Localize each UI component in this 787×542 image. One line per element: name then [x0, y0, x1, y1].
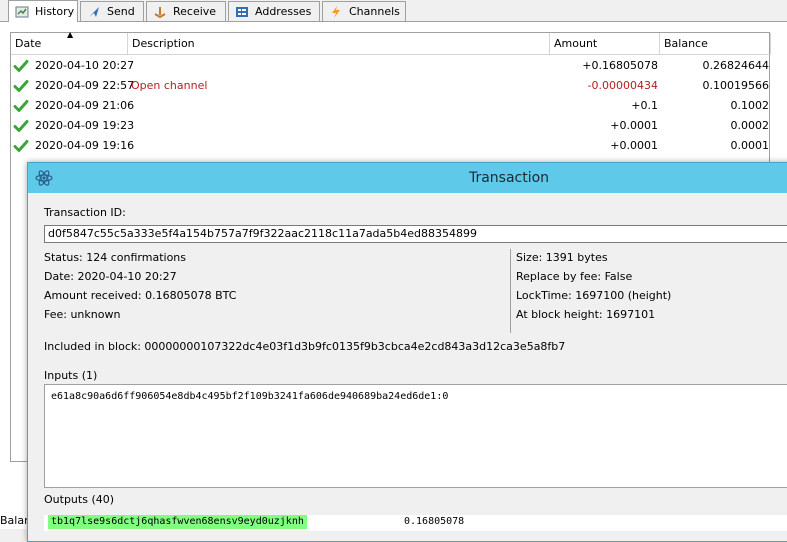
status-text: Status: 124 confirmations	[44, 251, 187, 264]
send-icon	[87, 5, 101, 19]
amount-received-text: Amount received: 0.16805078 BTC	[44, 289, 237, 302]
tab-send-label: Send	[107, 5, 135, 18]
row-description	[131, 116, 431, 136]
table-row[interactable]: 2020-04-09 22:57 Open channel -0.00000434 0…	[11, 76, 771, 96]
inputs-list[interactable]: e61a8c90a6d6ff906054e8db4c495bf2f109b324…	[44, 384, 787, 488]
tab-channels-label: Channels	[349, 5, 400, 18]
transaction-dialog: Transaction Transaction ID: d0f5847c55c5…	[27, 162, 787, 542]
txid-field[interactable]: d0f5847c55c5a333e5f4a154b757a7f9f322aac2…	[44, 225, 787, 243]
output-address: tb1q7lse9s6dctj6qhasfwven68ensv9eyd0uzjk…	[48, 515, 307, 529]
tab-history-label: History	[35, 5, 75, 18]
row-amount: +0.0001	[610, 119, 658, 132]
receive-icon	[153, 5, 167, 19]
row-amount: +0.0001	[610, 139, 658, 152]
input-outpoint: e61a8c90a6d6ff906054e8db4c495bf2f109b324…	[51, 391, 449, 402]
row-balance: 0.0001	[730, 139, 770, 152]
locktime-text: LockTime: 1697100 (height)	[516, 289, 672, 302]
confirmed-check-icon	[13, 98, 29, 114]
column-header-amount[interactable]: Amount	[550, 33, 660, 54]
row-balance: 0.0002	[730, 119, 770, 132]
confirmed-check-icon	[13, 138, 29, 154]
date-text: Date: 2020-04-10 20:27	[44, 270, 177, 283]
tab-addresses-label: Addresses	[255, 5, 312, 18]
confirmed-check-icon	[13, 58, 29, 74]
history-icon	[15, 5, 29, 19]
table-row[interactable]: 2020-04-09 19:23 +0.0001 0.0002	[11, 116, 771, 136]
column-header-description-label: Description	[132, 37, 195, 50]
history-table-header: Date ▲ Description Amount Balance	[11, 30, 771, 55]
confirmed-check-icon	[13, 118, 29, 134]
fee-text: Fee: unknown	[44, 308, 121, 321]
row-description: Open channel	[131, 79, 208, 92]
tab-receive[interactable]: Receive	[146, 1, 226, 21]
row-amount: +0.16805078	[582, 59, 658, 72]
sort-ascending-icon: ▲	[67, 30, 74, 39]
row-description	[131, 136, 431, 156]
dialog-title: Transaction	[468, 170, 550, 186]
row-description	[131, 56, 431, 76]
txid-label: Transaction ID:	[44, 206, 126, 219]
row-balance: 0.10019566	[702, 79, 769, 92]
size-text: Size: 1391 bytes	[516, 251, 608, 264]
column-header-amount-label: Amount	[554, 37, 598, 50]
addresses-icon	[235, 5, 249, 19]
table-row[interactable]: 2020-04-09 19:16 +0.0001 0.0001	[11, 136, 771, 156]
tab-send[interactable]: Send	[80, 1, 144, 21]
column-header-description[interactable]: Description	[128, 33, 550, 54]
output-amount: 0.16805078	[404, 516, 465, 527]
tab-addresses[interactable]: Addresses	[228, 1, 320, 21]
row-date: 2020-04-09 19:23	[35, 119, 135, 132]
replace-by-fee-text: Replace by fee: False	[516, 270, 633, 283]
tab-receive-label: Receive	[173, 5, 217, 18]
block-height-text: At block height: 1697101	[516, 308, 656, 321]
column-header-balance-label: Balance	[664, 37, 708, 50]
row-date: 2020-04-09 22:57	[35, 79, 135, 92]
included-in-block-text: Included in block: 00000000107322dc4e03f…	[44, 340, 566, 353]
lightning-icon	[329, 5, 343, 19]
row-amount: +0.1	[631, 99, 658, 112]
outputs-label: Outputs (40)	[44, 493, 115, 506]
table-row[interactable]: 2020-04-10 20:27 +0.16805078 0.26824644	[11, 56, 771, 76]
row-date: 2020-04-09 19:16	[35, 139, 135, 152]
column-header-balance[interactable]: Balance	[660, 33, 771, 54]
dialog-title-bar[interactable]: Transaction	[28, 163, 787, 193]
column-header-date[interactable]: Date ▲	[11, 30, 128, 54]
table-row[interactable]: 2020-04-09 21:06 +0.1 0.1002	[11, 96, 771, 116]
info-separator	[510, 249, 511, 333]
confirmed-check-icon	[13, 78, 29, 94]
tab-history[interactable]: History	[8, 0, 78, 22]
row-date: 2020-04-10 20:27	[35, 59, 135, 72]
row-date: 2020-04-09 21:06	[35, 99, 135, 112]
inputs-label: Inputs (1)	[44, 369, 98, 382]
row-description	[131, 96, 431, 116]
row-amount: -0.00000434	[587, 79, 658, 92]
tab-bar: History Send Receive Addresses Channels	[0, 0, 787, 22]
tab-channels[interactable]: Channels	[322, 1, 406, 21]
row-balance: 0.1002	[730, 99, 770, 112]
column-header-date-label: Date	[15, 37, 42, 50]
row-balance: 0.26824644	[702, 59, 769, 72]
